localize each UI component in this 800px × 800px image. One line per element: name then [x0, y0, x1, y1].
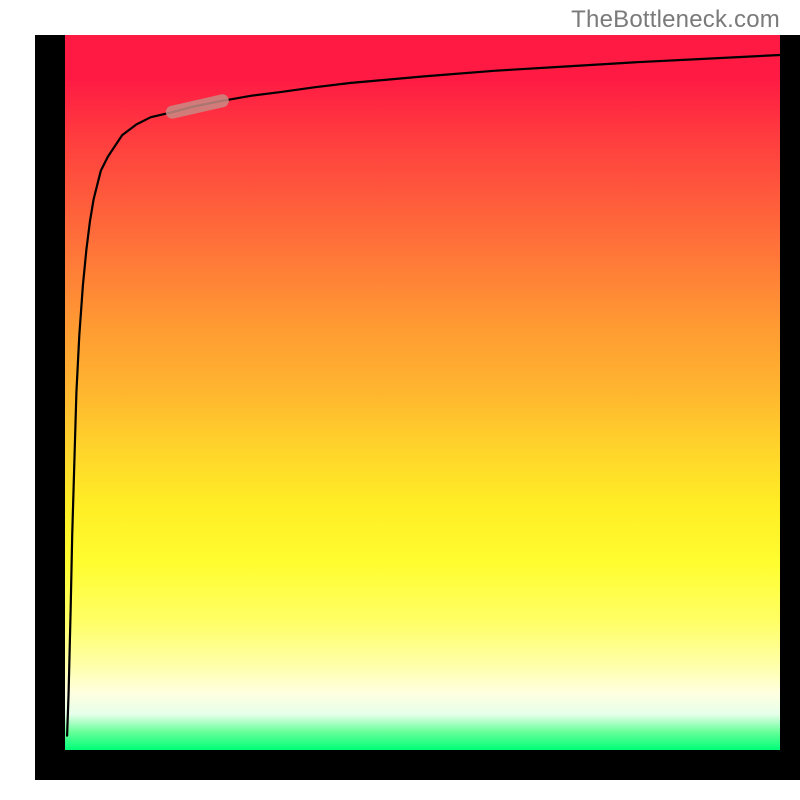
main-curve: [67, 55, 780, 736]
chart-frame-bottom: [35, 750, 780, 780]
curve-layer: [65, 35, 780, 750]
chart-container: TheBottleneck.com: [0, 0, 800, 800]
watermark-text: TheBottleneck.com: [571, 6, 780, 34]
plot-area: [65, 35, 780, 750]
curve-highlight-marker: [172, 101, 222, 112]
chart-frame-right: [780, 35, 800, 780]
